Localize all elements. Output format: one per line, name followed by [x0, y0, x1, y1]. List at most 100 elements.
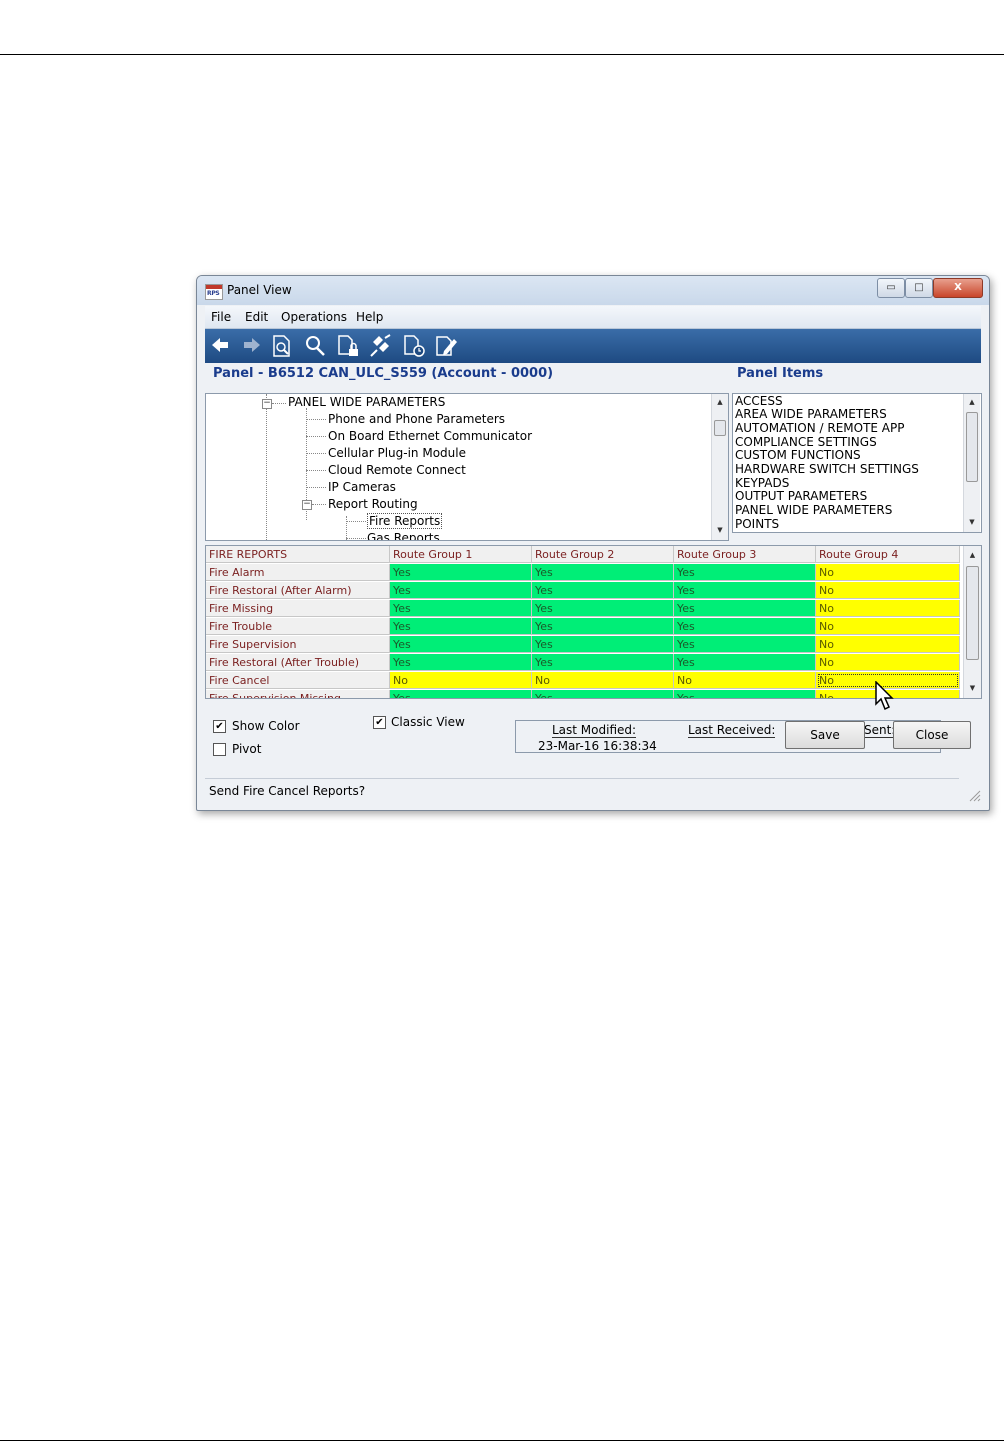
grid-cell[interactable]: No	[816, 636, 960, 653]
scroll-thumb[interactable]	[966, 566, 979, 660]
grid-cell[interactable]: Yes	[390, 564, 532, 581]
tree-node-root[interactable]: PANEL WIDE PARAMETERS	[288, 395, 445, 409]
grid-cell[interactable]: Yes	[390, 582, 532, 599]
scroll-up-icon[interactable]: ▲	[964, 398, 980, 406]
back-arrow-icon[interactable]	[207, 334, 233, 358]
resize-grip-icon[interactable]	[967, 788, 981, 802]
grid-cell[interactable]: Yes	[532, 690, 674, 698]
scroll-down-icon[interactable]: ▼	[964, 684, 981, 692]
show-color-checkbox[interactable]: ✔	[213, 720, 226, 733]
row-label: Fire Restoral (After Trouble)	[206, 654, 390, 671]
window-title: Panel View	[227, 283, 292, 297]
grid-cell[interactable]: Yes	[390, 600, 532, 617]
grid-cell[interactable]: Yes	[532, 582, 674, 599]
list-item[interactable]: PANEL WIDE PARAMETERS	[735, 504, 892, 517]
toolbar	[205, 329, 981, 363]
grid-cell[interactable]: Yes	[532, 636, 674, 653]
list-item[interactable]: CUSTOM FUNCTIONS	[735, 449, 861, 462]
menu-edit[interactable]: Edit	[245, 310, 268, 324]
grid-cell[interactable]: Yes	[390, 618, 532, 635]
last-modified-value: 23-Mar-16 16:38:34	[538, 739, 657, 753]
grid-cell[interactable]: Yes	[674, 618, 816, 635]
grid-cell[interactable]: Yes	[532, 600, 674, 617]
grid-cell[interactable]: No	[816, 654, 960, 671]
panel-view-window: RPS Panel View ▭ □ X File Edit Operation…	[196, 275, 990, 811]
menu-operations[interactable]: Operations	[281, 310, 347, 324]
grid-cell[interactable]: Yes	[674, 654, 816, 671]
document-search-icon[interactable]	[269, 334, 295, 358]
scroll-thumb[interactable]	[714, 420, 726, 436]
tree-node-report-routing[interactable]: Report Routing	[328, 497, 418, 511]
app-logo-icon: RPS	[205, 284, 223, 300]
grid-cell[interactable]: No	[816, 564, 960, 581]
scroll-thumb[interactable]	[966, 412, 978, 482]
column-header: Route Group 1	[390, 546, 532, 563]
title-bar[interactable]: RPS Panel View ▭ □ X	[197, 276, 989, 305]
grid-cell[interactable]: Yes	[532, 654, 674, 671]
row-label: Fire Supervision Missing	[206, 690, 390, 698]
grid-cell[interactable]: Yes	[674, 636, 816, 653]
grid-cell[interactable]: Yes	[390, 690, 532, 698]
scroll-up-icon[interactable]: ▲	[964, 551, 981, 559]
tree-node-selected[interactable]: Fire Reports	[367, 513, 443, 529]
grid-scrollbar[interactable]: ▲ ▼	[963, 546, 981, 698]
grid-cell[interactable]: Yes	[390, 636, 532, 653]
classic-view-checkbox[interactable]: ✔	[373, 716, 386, 729]
maximize-button[interactable]: □	[905, 278, 933, 298]
grid-cell[interactable]: Yes	[674, 600, 816, 617]
row-label: Fire Supervision	[206, 636, 390, 653]
grid-cell[interactable]: No	[816, 618, 960, 635]
list-item[interactable]: AUTOMATION / REMOTE APP	[735, 422, 905, 435]
scroll-down-icon[interactable]: ▼	[964, 518, 980, 526]
tree-node[interactable]: Cellular Plug-in Module	[328, 446, 466, 460]
column-header: Route Group 3	[674, 546, 816, 563]
fire-reports-grid[interactable]: FIRE REPORTS Route Group 1 Route Group 2…	[205, 545, 982, 699]
tree-node[interactable]: Phone and Phone Parameters	[328, 412, 505, 426]
close-window-button[interactable]: X	[933, 278, 983, 298]
tree-node[interactable]: On Board Ethernet Communicator	[328, 429, 532, 443]
menu-file[interactable]: File	[211, 310, 231, 324]
close-button[interactable]: Close	[893, 721, 971, 749]
grid-cell[interactable]: No	[532, 672, 674, 689]
tree-node[interactable]: Gas Reports	[367, 531, 440, 540]
list-item[interactable]: POINTS	[735, 518, 779, 531]
forward-arrow-icon[interactable]	[239, 334, 265, 358]
grid-cell[interactable]: Yes	[532, 618, 674, 635]
sent-label: Sent:	[864, 723, 896, 738]
collapse-icon[interactable]: −	[302, 500, 312, 510]
scroll-down-icon[interactable]: ▼	[712, 526, 728, 534]
row-label: Fire Trouble	[206, 618, 390, 635]
grid-cell[interactable]: No	[816, 582, 960, 599]
grid-cell[interactable]: Yes	[532, 564, 674, 581]
tree-node-fire-reports[interactable]: Fire Reports	[367, 513, 443, 529]
tree-node[interactable]: Cloud Remote Connect	[328, 463, 466, 477]
document-edit-icon[interactable]	[433, 334, 459, 358]
status-bar: Send Fire Cancel Reports?	[205, 778, 959, 803]
collapse-icon[interactable]: −	[262, 399, 272, 409]
grid-cell[interactable]: No	[674, 672, 816, 689]
document-lock-icon[interactable]	[335, 334, 361, 358]
grid-cell[interactable]: Yes	[674, 582, 816, 599]
grid-cell[interactable]: Yes	[390, 654, 532, 671]
grid-cell[interactable]: Yes	[674, 690, 816, 698]
tree-node[interactable]: IP Cameras	[328, 480, 396, 494]
minimize-button[interactable]: ▭	[877, 278, 905, 298]
document-clock-icon[interactable]	[401, 334, 427, 358]
save-button[interactable]: Save	[785, 721, 865, 749]
list-item[interactable]: OUTPUT PARAMETERS	[735, 490, 867, 503]
list-item[interactable]: AREA WIDE PARAMETERS	[735, 408, 887, 421]
menu-help[interactable]: Help	[356, 310, 383, 324]
panel-items-list[interactable]: ACCESS AREA WIDE PARAMETERS AUTOMATION /…	[732, 393, 982, 533]
magnify-icon[interactable]	[302, 334, 328, 358]
grid-cell[interactable]: No	[816, 600, 960, 617]
parameter-tree[interactable]: − PANEL WIDE PARAMETERS Phone and Phone …	[205, 393, 729, 541]
connect-plug-icon[interactable]	[368, 334, 394, 358]
grid-cell[interactable]: Yes	[674, 564, 816, 581]
tree-scrollbar[interactable]: ▲ ▼	[711, 394, 728, 540]
list-item[interactable]: HARDWARE SWITCH SETTINGS	[735, 463, 919, 476]
modification-status: Last Modified: 23-Mar-16 16:38:34 Last R…	[515, 720, 941, 753]
panel-items-scrollbar[interactable]: ▲ ▼	[963, 394, 980, 532]
grid-cell[interactable]: No	[390, 672, 532, 689]
scroll-up-icon[interactable]: ▲	[712, 398, 728, 406]
pivot-checkbox[interactable]	[213, 743, 226, 756]
